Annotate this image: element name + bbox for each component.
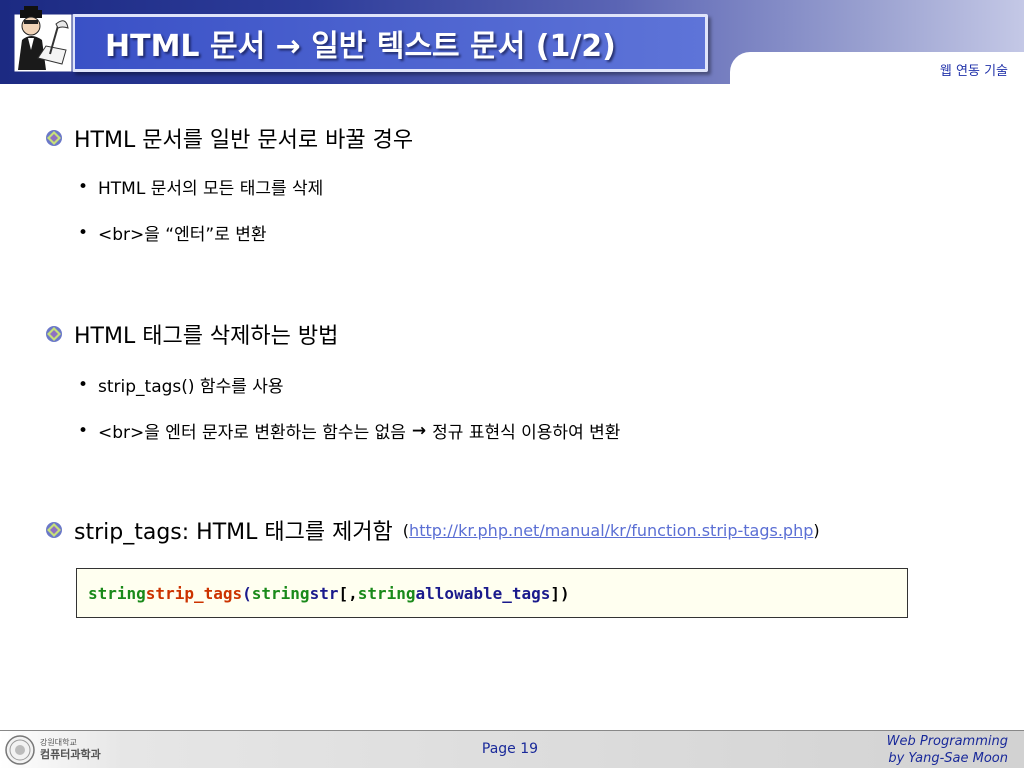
section-heading-1: HTML 문서를 일반 문서로 바꿀 경우: [44, 122, 413, 154]
section-heading-text: strip_tags: HTML 태그를 제거함: [74, 520, 393, 545]
bullet-dot: •: [78, 374, 89, 395]
code-token: string: [88, 583, 146, 603]
title-box: HTML 문서 → 일반 텍스트 문서 (1/2): [72, 14, 708, 72]
scholar-logo-icon: [13, 6, 73, 73]
reference-link[interactable]: http://kr.php.net/manual/kr/function.str…: [409, 521, 813, 540]
right-arrow-icon: →: [411, 420, 427, 441]
code-token: allowable_tags: [415, 583, 551, 603]
bullet-text: <br>을 엔터 문자로 변환하는 함수는 없음: [98, 423, 406, 443]
code-token: strip_tags: [145, 583, 243, 603]
code-token: str: [309, 583, 339, 603]
code-token: ]): [550, 583, 570, 603]
slide-title: HTML 문서 → 일반 텍스트 문서 (1/2): [105, 29, 616, 64]
reference-link-wrap: (http://kr.php.net/manual/kr/function.st…: [403, 521, 820, 540]
code-token: (: [242, 583, 252, 603]
section-heading-3: strip_tags: HTML 태그를 제거함 (http://kr.php.…: [44, 514, 820, 546]
slide-subtitle: 웹 연동 기술: [939, 64, 1008, 79]
code-signature-box: string strip_tags (string str [, string …: [76, 568, 908, 618]
bullet-item: • <br>을 엔터 문자로 변환하는 함수는 없음 → 정규 표현식 이용하여…: [78, 418, 621, 444]
code-token: string: [357, 583, 416, 603]
section-heading-text: HTML 문서를 일반 문서로 바꿀 경우: [74, 128, 414, 153]
footer-credits: Web Programming by Yang-Sae Moon: [887, 733, 1008, 767]
code-token: string: [251, 583, 310, 603]
department-name: 컴퓨터과학과: [40, 748, 101, 761]
bullet-text: <br>을 “엔터”로 변환: [98, 225, 267, 245]
bullet-dot: •: [78, 222, 89, 243]
bullet-text: 정규 표현식 이용하여 변환: [432, 423, 621, 443]
diamond-bullet-icon: [46, 130, 62, 146]
code-token: [,: [338, 583, 358, 603]
bullet-item: • <br>을 “엔터”로 변환: [78, 220, 267, 246]
footer-university: 강원대학교 컴퓨터과학과: [40, 737, 101, 761]
diamond-bullet-icon: [46, 522, 62, 538]
link-paren-close: ): [813, 520, 820, 540]
section-heading-2: HTML 태그를 삭제하는 방법: [44, 318, 338, 350]
bullet-item: • strip_tags() 함수를 사용: [78, 372, 284, 398]
course-name: Web Programming: [886, 734, 1008, 749]
author-name: by Yang-Sae Moon: [888, 751, 1008, 766]
bullet-dot: •: [78, 176, 89, 197]
page-number: Page 19: [481, 741, 539, 757]
bullet-item: • HTML 문서의 모든 태그를 삭제: [78, 174, 324, 200]
university-seal-icon: [5, 735, 35, 765]
bullet-dot: •: [78, 420, 89, 441]
diamond-bullet-icon: [46, 326, 62, 342]
section-heading-text: HTML 태그를 삭제하는 방법: [74, 324, 339, 349]
bullet-text: strip_tags() 함수를 사용: [98, 377, 284, 397]
bullet-text: HTML 문서의 모든 태그를 삭제: [98, 179, 324, 199]
